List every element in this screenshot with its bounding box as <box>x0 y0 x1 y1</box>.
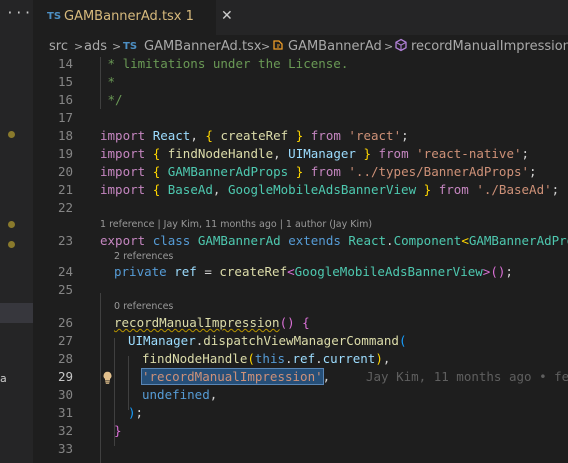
code-text: ); <box>128 405 144 420</box>
selected-text[interactable]: 'recordManualImpression' <box>141 368 324 385</box>
code-text: recordManualImpression() { <box>114 315 310 330</box>
code-text: * <box>100 74 116 89</box>
code-text: findNodeHandle(this.ref.current), <box>142 351 391 366</box>
code-text: UIManager.dispatchViewManagerCommand( <box>128 333 407 348</box>
line-number: 32 <box>57 423 73 438</box>
line-number: 19 <box>57 146 73 161</box>
code-text: undefined, <box>142 387 218 402</box>
line-number: 29 <box>57 369 73 384</box>
activity-sidebar: ··· a <box>0 0 33 463</box>
breadcrumb: src > ads > TS GAMBannerAd.tsx > GAMBann… <box>33 35 568 57</box>
line-number: 27 <box>57 333 73 348</box>
typescript-file-icon: TS <box>47 11 62 22</box>
code-editor[interactable]: 14 * limitations under the License. 15 *… <box>33 57 568 463</box>
code-text: import { BaseAd, GoogleMobileAdsBannerVi… <box>100 182 560 197</box>
code-text: import { findNodeHandle, UIManager } fro… <box>100 146 530 161</box>
line-number: 30 <box>57 387 73 402</box>
class-symbol-icon <box>271 38 285 56</box>
code-line: 28 findNodeHandle(this.ref.current), <box>33 350 568 368</box>
chevron-right-icon: > <box>384 40 394 53</box>
chevron-right-icon: > <box>112 40 122 53</box>
breadcrumb-src[interactable]: src <box>49 39 68 54</box>
code-line: 27 UIManager.dispatchViewManagerCommand( <box>33 332 568 350</box>
code-line: 24 private ref = createRef<GoogleMobileA… <box>33 263 568 281</box>
explorer-selected-row[interactable] <box>0 303 33 323</box>
chevron-right-icon: > <box>74 40 84 53</box>
line-number: 18 <box>57 128 73 143</box>
codelens-ref[interactable]: 2 references <box>114 250 173 264</box>
code-text: * limitations under the License. <box>100 57 349 71</box>
code-line: 26 recordManualImpression() { <box>33 314 568 332</box>
line-number: 17 <box>57 110 73 125</box>
line-number: 15 <box>57 74 73 89</box>
code-text: export class GAMBannerAd extends React.C… <box>100 233 568 248</box>
code-text: */ <box>100 92 123 107</box>
line-number: 22 <box>57 200 73 215</box>
line-number: 24 <box>57 264 73 279</box>
breadcrumb-class[interactable]: GAMBannerAd <box>288 39 382 54</box>
problem-count-badge: 1 <box>185 9 194 24</box>
code-line: 25 <box>33 281 568 299</box>
code-line: 31 ); <box>33 404 568 422</box>
tab-bar: TS GAMBannerAd.tsx 1 ✕ <box>33 0 568 35</box>
close-icon[interactable]: ✕ <box>221 8 233 24</box>
line-number: 21 <box>57 182 73 197</box>
code-text: } <box>114 423 122 438</box>
tab-gambannerad[interactable]: TS GAMBannerAd.tsx 1 ✕ <box>33 0 233 35</box>
code-line: 17 <box>33 109 568 127</box>
lightbulb-icon[interactable] <box>102 371 113 384</box>
code-line: 20 import { GAMBannerAdProps } from '../… <box>33 163 568 181</box>
tab-label: GAMBannerAd.tsx 1 <box>64 9 194 24</box>
codelens-class[interactable]: 1 reference | Jay Kim, 11 months ago | 1… <box>100 218 372 232</box>
line-number: 25 <box>57 282 73 297</box>
code-line: 33 <box>33 440 568 458</box>
modified-dot-icon <box>8 131 15 138</box>
method-symbol-icon <box>394 38 408 56</box>
code-line: 23 export class GAMBannerAd extends Reac… <box>33 232 568 250</box>
line-number: 26 <box>57 315 73 330</box>
line-number: 14 <box>57 57 73 71</box>
line-number: 33 <box>57 441 73 456</box>
code-line: 16 */ <box>33 91 568 109</box>
code-line: 14 * limitations under the License. <box>33 57 568 73</box>
more-icon[interactable]: ··· <box>6 6 32 21</box>
code-line: 18 import React, { createRef } from 'rea… <box>33 127 568 145</box>
code-line: 30 undefined, <box>33 386 568 404</box>
code-line: 19 import { findNodeHandle, UIManager } … <box>33 145 568 163</box>
code-text: private ref = createRef<GoogleMobileAdsB… <box>114 264 513 279</box>
code-line: 21 import { BaseAd, GoogleMobileAdsBanne… <box>33 181 568 199</box>
code-text: import { GAMBannerAdProps } from '../typ… <box>100 164 537 179</box>
code-line: 22 <box>33 199 568 217</box>
inline-blame: Jay Kim, 11 months ago • fea <box>366 369 568 384</box>
line-number: 16 <box>57 92 73 107</box>
codelens-method[interactable]: 0 references <box>114 300 173 314</box>
chevron-right-icon: > <box>261 40 271 53</box>
code-text: import React, { createRef } from 'react'… <box>100 128 409 143</box>
modified-dot-icon <box>8 221 15 228</box>
code-line: 32 } <box>33 422 568 440</box>
code-line: 29 'recordManualImpression', Jay Kim, 11… <box>33 368 568 386</box>
breadcrumb-method[interactable]: recordManualImpression <box>411 39 568 54</box>
modified-dot-icon <box>8 241 15 248</box>
typescript-file-icon: TS <box>123 41 138 52</box>
breadcrumb-ads[interactable]: ads <box>84 39 107 54</box>
line-number: 23 <box>57 233 73 248</box>
breadcrumb-file[interactable]: GAMBannerAd.tsx <box>144 39 262 54</box>
line-number: 20 <box>57 164 73 179</box>
explorer-item-label[interactable]: a <box>0 372 7 385</box>
code-text: 'recordManualImpression', <box>141 368 331 385</box>
line-number: 28 <box>57 351 73 366</box>
line-number: 31 <box>57 405 73 420</box>
code-line: 15 * <box>33 73 568 91</box>
